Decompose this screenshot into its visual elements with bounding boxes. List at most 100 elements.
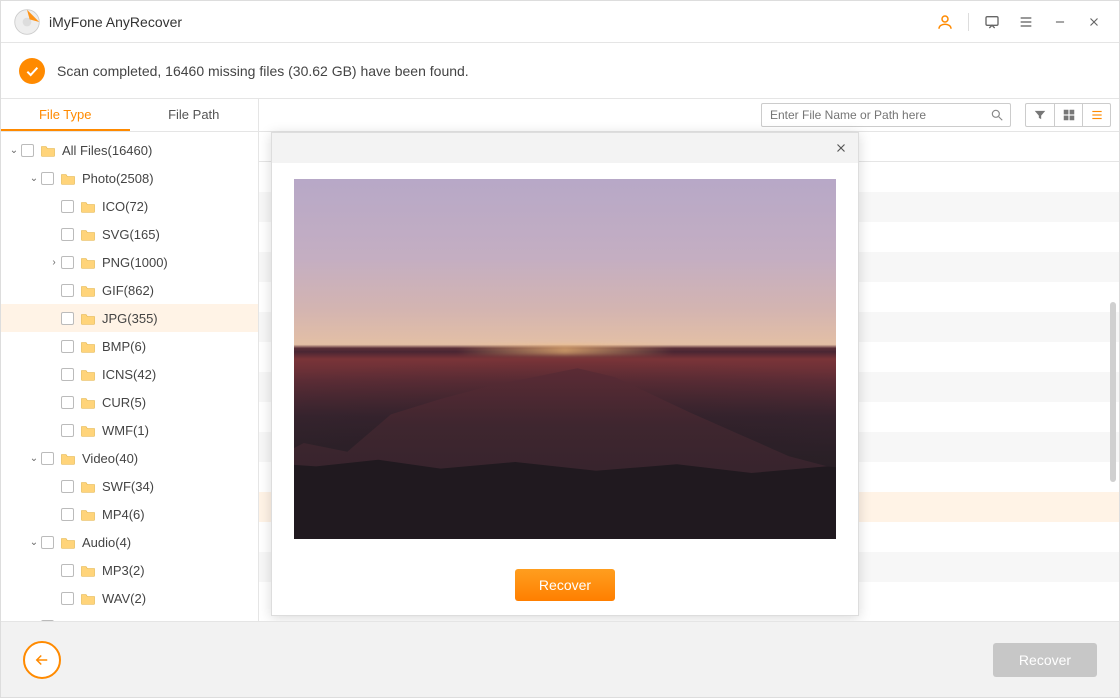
preview-header (272, 133, 858, 163)
checkbox[interactable] (61, 312, 74, 325)
tree-label: ICNS(42) (102, 367, 156, 382)
footer: Recover (1, 621, 1119, 697)
tree-row[interactable]: GIF(862) (1, 276, 258, 304)
tree-row[interactable]: MP4(6) (1, 500, 258, 528)
menu-icon[interactable] (1009, 5, 1043, 39)
tree-row[interactable]: ICO(72) (1, 192, 258, 220)
tree-label: MP4(6) (102, 507, 145, 522)
folder-icon (80, 368, 96, 381)
tab-file-type[interactable]: File Type (1, 99, 130, 131)
folder-icon (80, 256, 96, 269)
tree-row[interactable]: MP3(2) (1, 556, 258, 584)
sidebar-tree[interactable]: ⌄ All Files(16460) ⌄Photo(2508) ICO(72) SVG(… (1, 132, 259, 621)
close-icon[interactable] (1077, 5, 1111, 39)
preview-footer: Recover (272, 555, 858, 615)
tool-row: File Type File Path (1, 99, 1119, 132)
tree-row[interactable]: SWF(34) (1, 472, 258, 500)
folder-icon (80, 340, 96, 353)
folder-icon (80, 508, 96, 521)
cell-date: 21-02-24 (1109, 200, 1119, 215)
titlebar: iMyFone AnyRecover (1, 1, 1119, 43)
app-logo-icon (13, 8, 41, 36)
folder-icon (80, 396, 96, 409)
checkbox[interactable] (61, 424, 74, 437)
tree-row[interactable]: ⌄ All Files(16460) (1, 136, 258, 164)
tree-label: SVG(165) (102, 227, 160, 242)
footer-recover-button[interactable]: Recover (993, 643, 1097, 677)
preview-image (294, 179, 836, 539)
checkbox[interactable] (61, 564, 74, 577)
checkbox[interactable] (61, 508, 74, 521)
feedback-icon[interactable] (975, 5, 1009, 39)
tree-row[interactable]: BMP(6) (1, 332, 258, 360)
checkbox[interactable] (41, 536, 54, 549)
tree-row[interactable]: CUR(5) (1, 388, 258, 416)
search-icon[interactable] (990, 108, 1004, 122)
tree-label: GIF(862) (102, 283, 154, 298)
checkbox[interactable] (41, 452, 54, 465)
tree-label: WAV(2) (102, 591, 146, 606)
tree-row[interactable]: ⌄ Audio(4) (1, 528, 258, 556)
checkbox[interactable] (61, 340, 74, 353)
preview-recover-button[interactable]: Recover (515, 569, 615, 601)
status-bar: Scan completed, 16460 missing files (30.… (1, 43, 1119, 99)
minimize-icon[interactable] (1043, 5, 1077, 39)
cell-date: 21-02-24 (1109, 500, 1119, 515)
tree-label: All Files(16460) (62, 143, 152, 158)
checkbox[interactable] (61, 368, 74, 381)
folder-icon (80, 424, 96, 437)
app-title: iMyFone AnyRecover (49, 14, 182, 30)
caret-down-icon[interactable]: ⌄ (27, 173, 41, 184)
checkbox[interactable] (61, 396, 74, 409)
col-modified-date[interactable]: ified Date (1109, 132, 1119, 162)
list-view-icon[interactable] (1082, 104, 1110, 126)
checkbox[interactable] (61, 284, 74, 297)
cell-date: 21-02-24 (1109, 170, 1119, 185)
checkbox[interactable] (61, 256, 74, 269)
filter-icon[interactable] (1026, 104, 1054, 126)
scrollbar-thumb[interactable] (1110, 302, 1116, 482)
tree-label: Audio(4) (82, 535, 131, 550)
back-button[interactable] (23, 641, 61, 679)
tree-row[interactable]: SVG(165) (1, 220, 258, 248)
folder-icon (80, 228, 96, 241)
tree-row[interactable]: WMF(1) (1, 416, 258, 444)
preview-close-icon[interactable] (834, 141, 848, 155)
cell-date: 21-02-24 (1109, 560, 1119, 575)
folder-icon (80, 284, 96, 297)
tree-label: MP3(2) (102, 563, 145, 578)
folder-icon (80, 312, 96, 325)
folder-icon (60, 452, 76, 465)
grid-view-icon[interactable] (1054, 104, 1082, 126)
caret-down-icon[interactable]: ⌄ (27, 453, 41, 464)
tree-row[interactable]: JPG(355) (1, 304, 258, 332)
caret-right-icon[interactable]: › (47, 257, 61, 268)
tree-row[interactable]: ⌄Video(40) (1, 444, 258, 472)
checkbox[interactable] (61, 200, 74, 213)
tree-row[interactable]: ⌄Photo(2508) (1, 164, 258, 192)
cell-date: 21-02-24 (1109, 260, 1119, 275)
search-input[interactable] (768, 107, 990, 123)
checkbox[interactable] (21, 144, 34, 157)
tree-label: PNG(1000) (102, 255, 168, 270)
checkbox[interactable] (61, 228, 74, 241)
preview-body (272, 163, 858, 555)
tree-row[interactable]: › PNG(1000) (1, 248, 258, 276)
cell-date: 21-02-24 (1109, 530, 1119, 545)
caret-down-icon[interactable]: ⌄ (27, 537, 41, 548)
tree-row[interactable]: WAV(2) (1, 584, 258, 612)
checkbox[interactable] (41, 172, 54, 185)
folder-icon (80, 200, 96, 213)
account-icon[interactable] (928, 5, 962, 39)
tree-label: SWF(34) (102, 479, 154, 494)
tab-file-path[interactable]: File Path (130, 99, 259, 131)
tree-row[interactable]: ›Document(4856) (1, 612, 258, 621)
folder-icon (40, 144, 56, 157)
status-message: Scan completed, 16460 missing files (30.… (57, 63, 469, 79)
caret-down-icon[interactable]: ⌄ (7, 145, 21, 156)
checkbox[interactable] (61, 592, 74, 605)
search-box[interactable] (761, 103, 1011, 127)
tree-label: ICO(72) (102, 199, 148, 214)
tree-row[interactable]: ICNS(42) (1, 360, 258, 388)
checkbox[interactable] (61, 480, 74, 493)
